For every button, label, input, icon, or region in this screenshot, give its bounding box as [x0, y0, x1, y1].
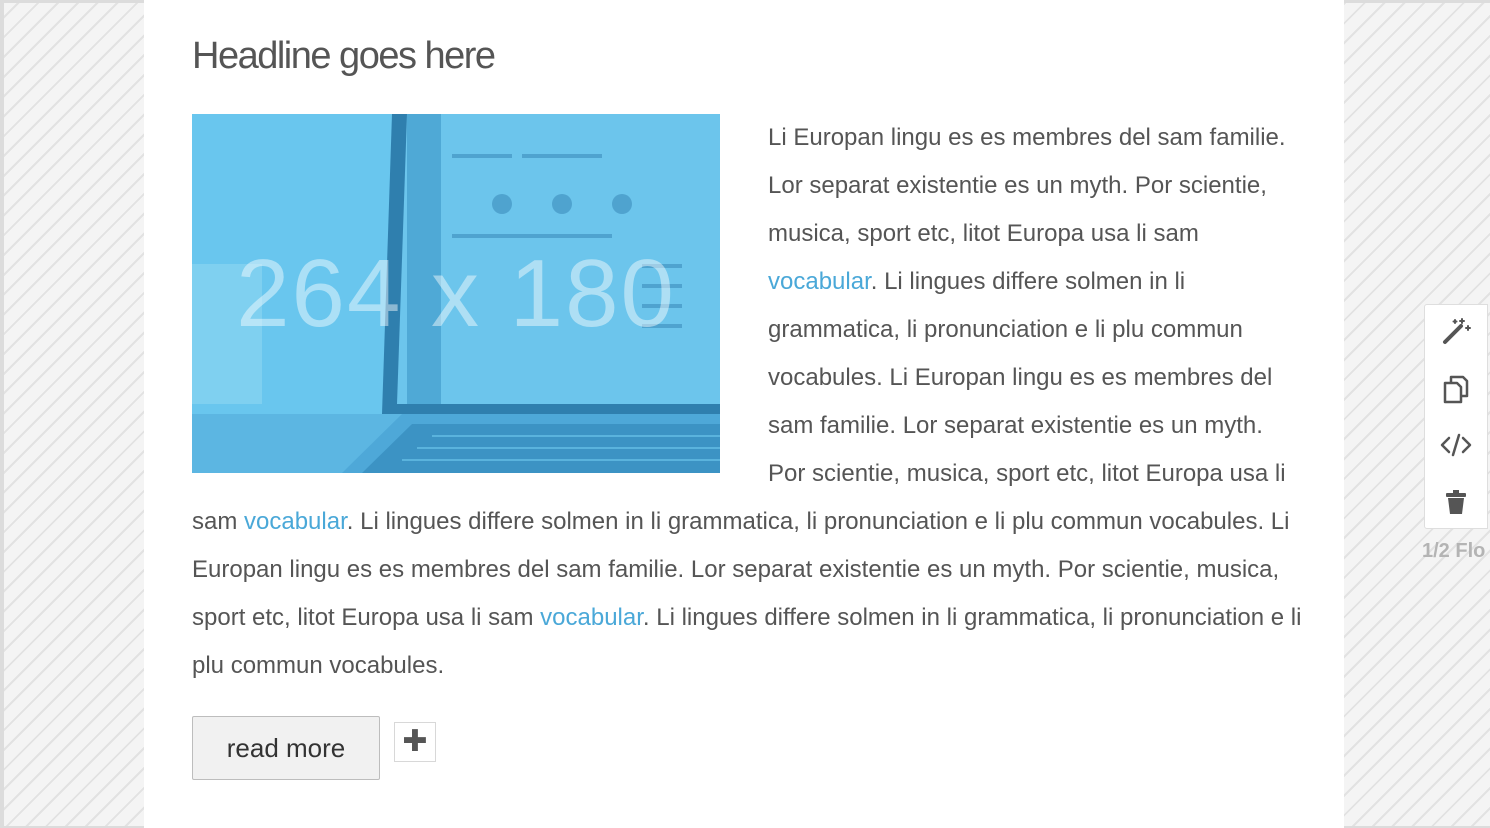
delete-button[interactable] — [1425, 475, 1487, 527]
vocabular-link[interactable]: vocabular — [540, 604, 643, 631]
image-size-label: 264 x 180 — [236, 240, 676, 347]
magic-wand-button[interactable] — [1425, 305, 1487, 357]
paragraph-text: Li Europan lingu es es membres del sam f… — [768, 124, 1286, 247]
add-button[interactable]: ✚ — [394, 722, 436, 762]
read-more-button[interactable]: read more — [192, 716, 380, 780]
article-body[interactable]: 264 x 180 Li Europan lingu es es membres… — [192, 114, 1302, 690]
page-edge-left — [0, 0, 4, 828]
duplicate-icon — [1443, 375, 1469, 404]
magic-wand-icon — [1443, 318, 1471, 344]
vocabular-link[interactable]: vocabular — [768, 268, 871, 295]
code-button[interactable] — [1425, 419, 1487, 471]
headline[interactable]: Headline goes here — [192, 34, 496, 78]
duplicate-button[interactable] — [1425, 363, 1487, 415]
article-image[interactable]: 264 x 180 — [192, 114, 720, 473]
code-icon — [1440, 433, 1472, 457]
edit-toolbar — [1424, 304, 1488, 529]
content-block[interactable]: Headline goes here 264 x 180 Li Europan … — [144, 0, 1344, 828]
column-width-label: 1/2 Flo — [1422, 540, 1486, 562]
vocabular-link[interactable]: vocabular — [244, 508, 347, 535]
trash-icon — [1446, 490, 1466, 514]
